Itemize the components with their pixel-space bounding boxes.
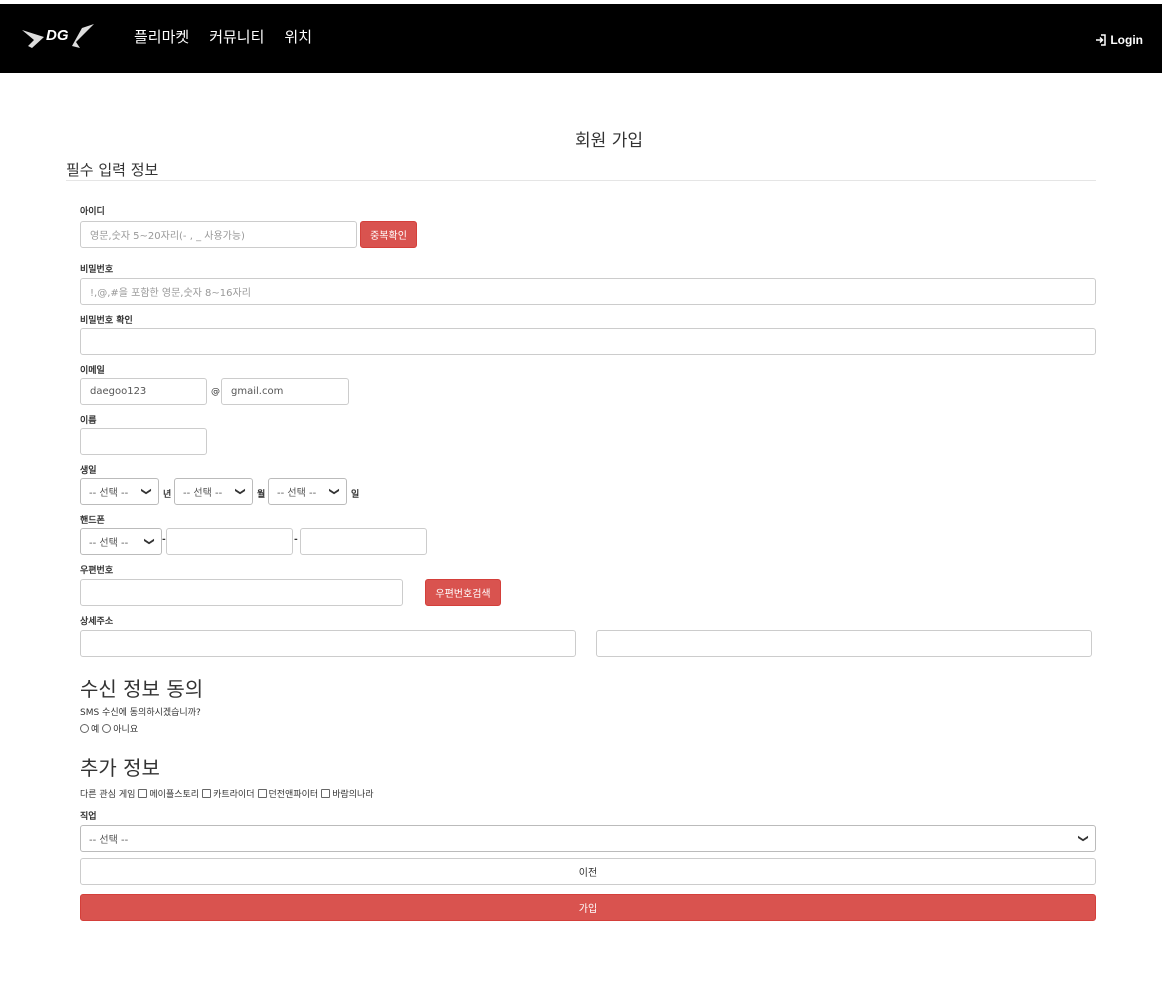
phone-label: 핸드폰 <box>80 516 105 526</box>
birth-month-suffix: 월 <box>257 490 266 500</box>
section-divider <box>66 180 1096 181</box>
game-label-baram: 바람의나라 <box>332 790 374 800</box>
logo-dg[interactable]: DG <box>20 20 100 54</box>
chevron-down-icon: ❯ <box>234 487 246 496</box>
consent-heading: 수신 정보 동의 <box>80 677 204 701</box>
game-checkbox-dnf[interactable] <box>257 789 267 798</box>
sms-no-label: 아니요 <box>113 725 139 735</box>
name-input[interactable] <box>80 428 207 455</box>
interest-games-row: 다른 관심 게임 메이플스토리 카트라이더 던전앤파이터 바람의나라 <box>80 787 374 800</box>
address-input-1[interactable] <box>80 630 576 657</box>
email-label: 이메일 <box>80 366 105 376</box>
interest-games-label: 다른 관심 게임 <box>80 790 136 800</box>
birth-month-select[interactable]: -- 선택 -- ❯ <box>174 478 253 505</box>
nav-flea-market[interactable]: 플리마켓 <box>134 26 189 47</box>
zip-search-button[interactable]: 우편번호검색 <box>425 579 501 606</box>
birth-year-select[interactable]: -- 선택 -- ❯ <box>80 478 159 505</box>
job-label: 직업 <box>80 812 97 822</box>
game-label-kartrider: 카트라이더 <box>213 790 255 800</box>
phone-prefix-select[interactable]: -- 선택 -- ❯ <box>80 528 162 555</box>
address-label: 상세주소 <box>80 617 114 627</box>
phone-dash-2: - <box>294 535 298 545</box>
id-label: 아이디 <box>80 207 105 217</box>
password-input[interactable]: !,@,#을 포함한 영문,숫자 8~16자리 <box>80 278 1096 305</box>
zip-label: 우편번호 <box>80 566 114 576</box>
prev-button[interactable]: 이전 <box>80 858 1096 885</box>
game-checkbox-baram[interactable] <box>321 789 331 798</box>
sms-question: SMS 수신에 동의하시겠습니까? <box>80 708 201 718</box>
logo-text: DG <box>46 27 69 44</box>
job-select[interactable]: -- 선택 -- ❯ <box>80 825 1096 852</box>
zip-input[interactable] <box>80 579 403 606</box>
top-navbar: DG 플리마켓 커뮤니티 위치 Login <box>0 4 1162 73</box>
join-button[interactable]: 가입 <box>80 894 1096 921</box>
birth-month-value: -- 선택 -- <box>183 488 223 499</box>
password-label: 비밀번호 <box>80 265 114 275</box>
id-duplicate-check-button[interactable]: 중복확인 <box>360 221 417 248</box>
sms-yes-label: 예 <box>91 725 100 735</box>
chevron-down-icon: ❯ <box>328 487 340 496</box>
sms-yes-radio[interactable] <box>80 724 89 733</box>
sms-no-radio[interactable] <box>102 724 112 733</box>
chevron-down-icon: ❯ <box>1077 834 1089 843</box>
password-confirm-input[interactable] <box>80 328 1096 355</box>
email-at-sign: @ <box>211 387 220 397</box>
nav-community[interactable]: 커뮤니티 <box>209 26 264 47</box>
nav-location[interactable]: 위치 <box>284 26 312 47</box>
password-confirm-label: 비밀번호 확인 <box>80 316 133 326</box>
email-user-input[interactable]: daegoo123 <box>80 378 207 405</box>
required-section-heading: 필수 입력 정보 <box>66 161 159 179</box>
birthday-label: 생일 <box>80 466 97 476</box>
id-input[interactable]: 영문,숫자 5~20자리(- , _ 사용가능) <box>80 221 357 248</box>
game-label-maplestory: 메이플스토리 <box>149 790 200 800</box>
address-input-2[interactable] <box>596 630 1092 657</box>
email-domain-input[interactable]: gmail.com <box>221 378 349 405</box>
extra-info-heading: 추가 정보 <box>80 756 160 780</box>
sms-consent-options: 예 아니요 <box>80 722 138 735</box>
birth-year-value: -- 선택 -- <box>89 488 129 499</box>
login-icon <box>1096 34 1107 46</box>
job-select-value: -- 선택 -- <box>89 835 129 846</box>
phone-last-input[interactable] <box>300 528 427 555</box>
chevron-down-icon: ❯ <box>143 537 155 546</box>
game-checkbox-maplestory[interactable] <box>138 789 148 798</box>
birth-year-suffix: 년 <box>163 490 172 500</box>
birth-day-suffix: 일 <box>351 490 360 500</box>
page-title: 회원 가입 <box>575 131 643 151</box>
login-label: Login <box>1110 33 1143 47</box>
game-checkbox-kartrider[interactable] <box>202 789 212 798</box>
name-label: 이름 <box>80 416 97 426</box>
login-link[interactable]: Login <box>1095 33 1143 47</box>
phone-prefix-value: -- 선택 -- <box>89 538 129 549</box>
main-nav: 플리마켓 커뮤니티 위치 <box>134 26 312 47</box>
phone-middle-input[interactable] <box>166 528 293 555</box>
birth-day-value: -- 선택 -- <box>277 488 317 499</box>
birth-day-select[interactable]: -- 선택 -- ❯ <box>268 478 347 505</box>
game-label-dnf: 던전앤파이터 <box>268 790 319 800</box>
chevron-down-icon: ❯ <box>140 487 152 496</box>
